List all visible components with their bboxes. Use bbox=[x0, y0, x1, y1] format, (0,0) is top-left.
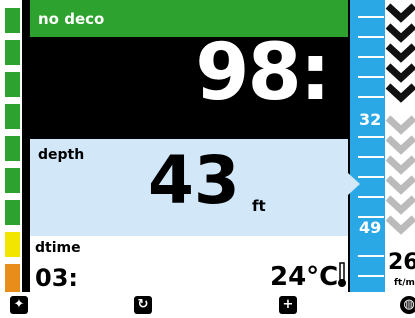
ascent-rate-unit: ft/mi bbox=[394, 278, 415, 288]
tissue-segment bbox=[5, 136, 20, 161]
scale-tick bbox=[358, 196, 384, 198]
scale-tick bbox=[358, 275, 384, 277]
globe-icon[interactable]: ◍ bbox=[400, 296, 415, 314]
thermometer-icon bbox=[338, 262, 346, 287]
scale-tick bbox=[358, 96, 384, 98]
scale-tick bbox=[358, 36, 384, 38]
tissue-segment bbox=[5, 8, 20, 33]
tissue-segment bbox=[5, 200, 20, 225]
plus-icon[interactable]: + bbox=[279, 296, 297, 314]
depth-label: depth bbox=[38, 147, 85, 163]
tissue-segment bbox=[5, 72, 20, 97]
nodeco-label: no deco bbox=[38, 10, 105, 28]
scale-tick bbox=[358, 136, 384, 138]
depth-pointer bbox=[348, 173, 360, 195]
depth-unit: ft bbox=[252, 197, 266, 215]
scale-tick bbox=[358, 156, 384, 158]
scale-tick bbox=[358, 56, 384, 58]
dtime-value: 03: bbox=[35, 264, 78, 292]
temperature-value: 24°C bbox=[270, 262, 339, 292]
depth-scale: 32 49 bbox=[350, 0, 385, 292]
button-bar bbox=[0, 292, 415, 318]
tissue-segment bbox=[5, 168, 20, 193]
scale-tick bbox=[358, 76, 384, 78]
nodeco-value: 98: bbox=[195, 28, 331, 118]
sparkle-icon[interactable]: ✦ bbox=[10, 296, 28, 314]
tissue-bar bbox=[0, 0, 22, 292]
scale-label: 32 bbox=[359, 110, 382, 129]
tissue-segment bbox=[5, 264, 20, 292]
rotate-icon[interactable]: ↻ bbox=[134, 296, 152, 314]
depth-value: 43 bbox=[148, 142, 240, 219]
tissue-segment bbox=[5, 40, 20, 65]
scale-label: 49 bbox=[359, 218, 382, 237]
dtime-label: dtime bbox=[35, 240, 81, 256]
ascent-rate-value: 26 bbox=[388, 250, 415, 275]
ascent-chevrons bbox=[385, 3, 415, 235]
ascent-indicator bbox=[385, 0, 415, 292]
scale-tick bbox=[358, 16, 384, 18]
tissue-segment bbox=[5, 104, 20, 129]
scale-tick bbox=[358, 255, 384, 257]
tissue-segment bbox=[5, 232, 20, 257]
